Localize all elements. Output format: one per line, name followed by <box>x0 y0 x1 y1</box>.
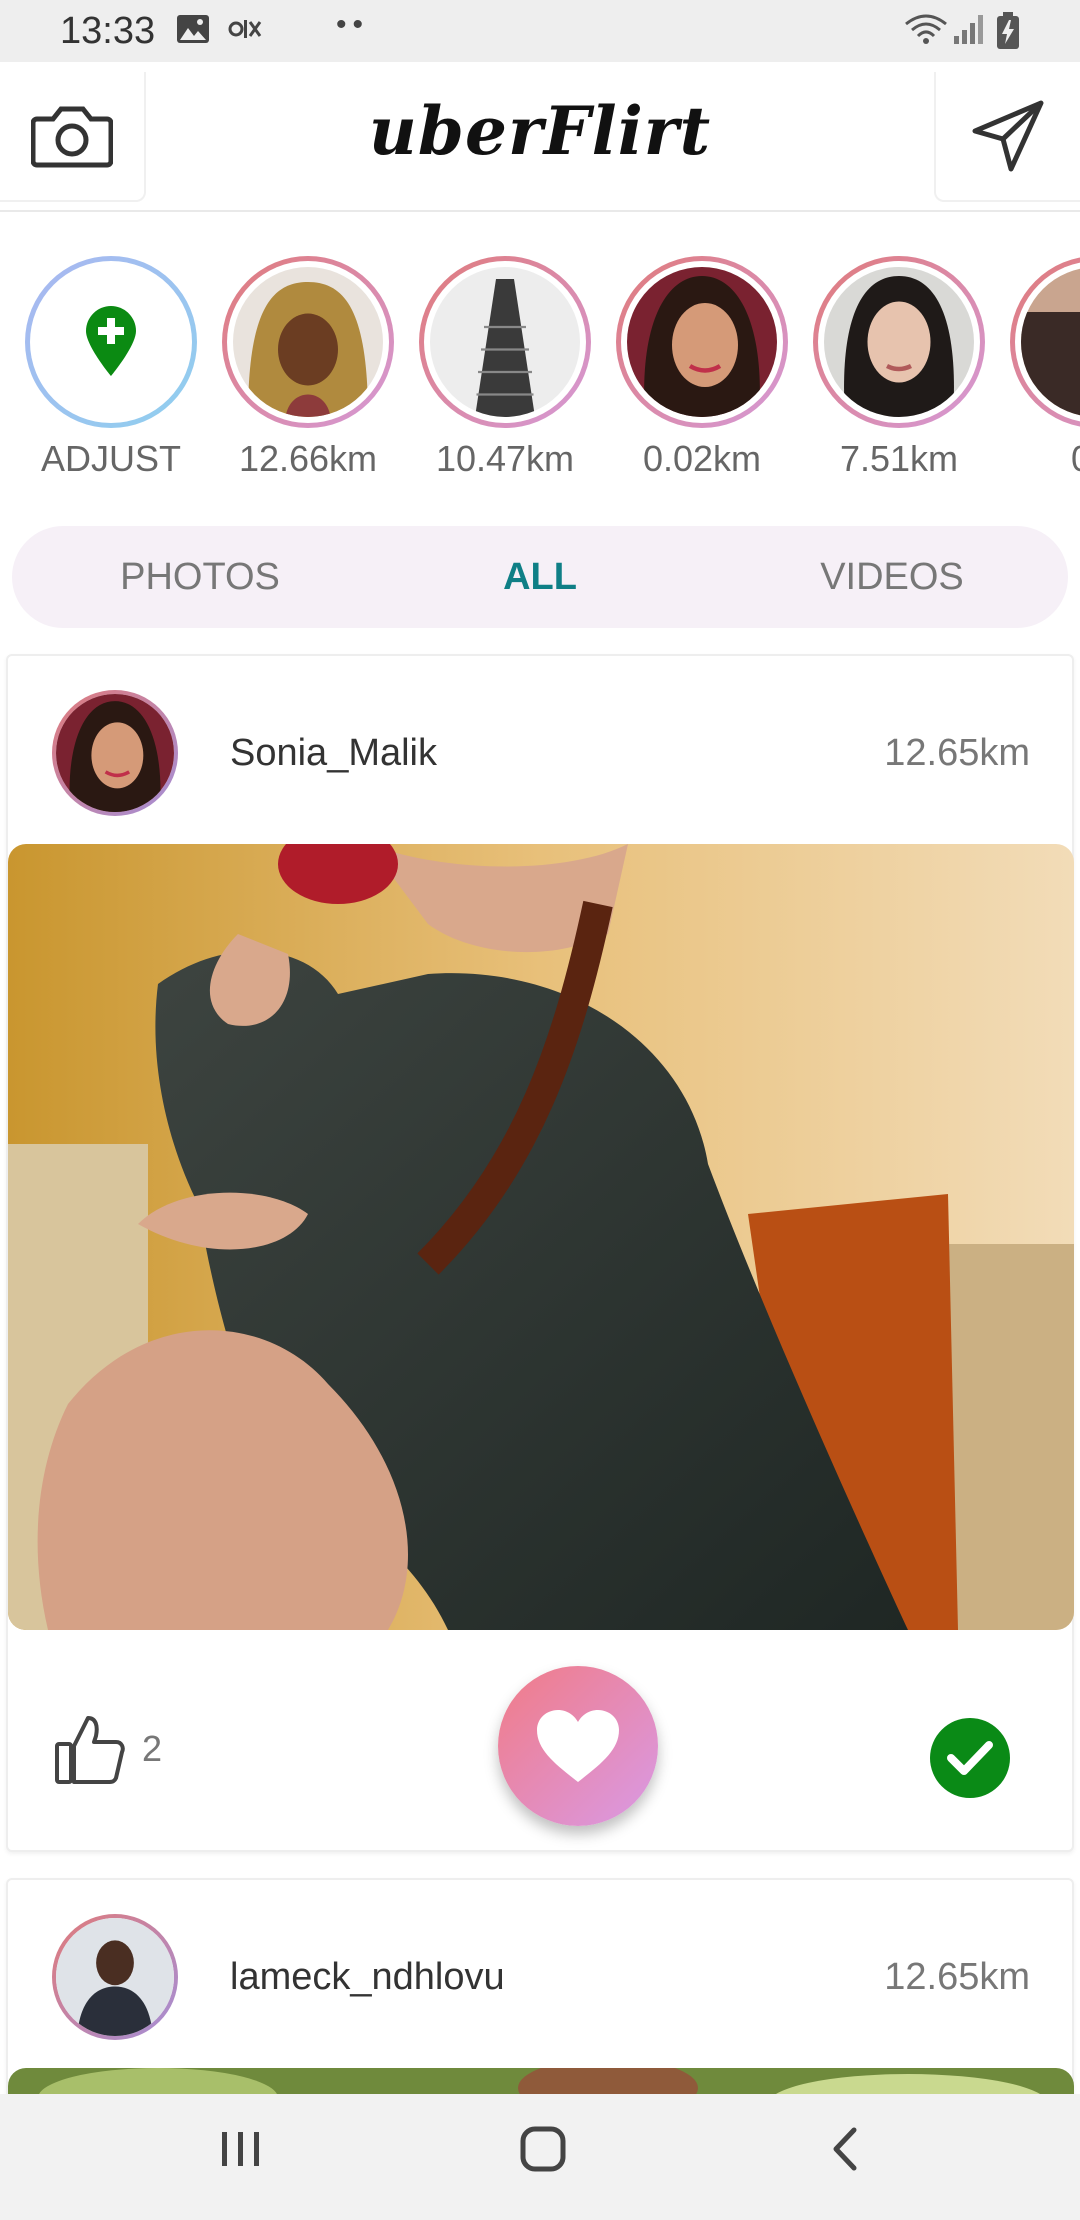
home-button[interactable] <box>518 2124 568 2179</box>
thumbs-up-icon <box>55 1716 125 1784</box>
post-username[interactable]: Sonia_Malik <box>230 732 437 775</box>
story-avatar <box>233 267 383 417</box>
story-avatar <box>1021 267 1080 417</box>
story-avatar <box>824 267 974 417</box>
story-item[interactable]: 10.47km <box>417 256 593 480</box>
status-bar: 13:33 •• <box>0 0 1080 62</box>
verified-badge <box>930 1718 1010 1798</box>
tab-all[interactable]: ALL <box>390 526 690 628</box>
wifi-icon <box>904 12 948 51</box>
home-icon <box>520 2126 566 2172</box>
stories-row: ADJUST 12.66km 10.47km 0.02km 7.51km <box>0 212 1080 512</box>
add-location-icon <box>86 306 136 376</box>
story-distance: 7.51km <box>839 438 959 479</box>
like-count: 2 <box>142 1728 163 1769</box>
post-avatar[interactable] <box>52 1914 178 2040</box>
checkmark-icon <box>947 1741 993 1775</box>
recent-apps-button[interactable] <box>218 2124 264 2179</box>
app-logo: uberFlirt <box>368 92 712 170</box>
story-item[interactable]: 12.66km <box>220 256 396 480</box>
back-icon <box>833 2127 857 2171</box>
story-item[interactable]: 0.0 <box>1008 256 1080 480</box>
story-distance: 0.0 <box>1008 438 1080 480</box>
post-avatar[interactable] <box>52 690 178 816</box>
post-card: Sonia_Malik 12.65km 2 <box>6 654 1074 1852</box>
battery-charging-icon <box>996 12 1020 55</box>
more-notifications-icon: •• <box>336 8 370 41</box>
post-distance: 12.65km <box>884 732 1030 774</box>
heart-icon <box>537 1710 619 1782</box>
status-time: 13:33 <box>60 10 156 52</box>
direct-message-button[interactable] <box>934 72 1080 202</box>
story-item[interactable]: 0.02km <box>614 256 790 480</box>
tab-photos[interactable]: PHOTOS <box>50 526 350 628</box>
media-filter-tabs: PHOTOS ALL VIDEOS <box>12 526 1068 628</box>
story-distance: 10.47km <box>435 438 575 479</box>
heart-button[interactable] <box>498 1666 658 1826</box>
send-icon <box>972 100 1044 172</box>
back-button[interactable] <box>824 2124 864 2179</box>
story-avatar <box>430 267 580 417</box>
story-avatar <box>627 267 777 417</box>
post-photo[interactable] <box>8 844 1074 1630</box>
post-username[interactable]: lameck_ndhlovu <box>230 1956 505 1999</box>
app-notification-icon <box>228 14 262 49</box>
top-app-bar: uberFlirt <box>0 62 1080 212</box>
story-distance: 0.02km <box>642 438 762 479</box>
story-label: ADJUST <box>40 438 181 479</box>
system-navigation-bar <box>0 2094 1080 2220</box>
like-control[interactable]: 2 <box>54 1712 162 1786</box>
tab-videos[interactable]: VIDEOS <box>742 526 1042 628</box>
gallery-notification-icon <box>176 14 210 49</box>
signal-icon <box>952 12 986 51</box>
post-distance: 12.65km <box>884 1956 1030 1998</box>
story-distance: 12.66km <box>238 438 378 479</box>
recent-apps-icon <box>222 2132 259 2166</box>
story-adjust[interactable]: ADJUST <box>23 256 199 480</box>
story-item[interactable]: 7.51km <box>811 256 987 480</box>
